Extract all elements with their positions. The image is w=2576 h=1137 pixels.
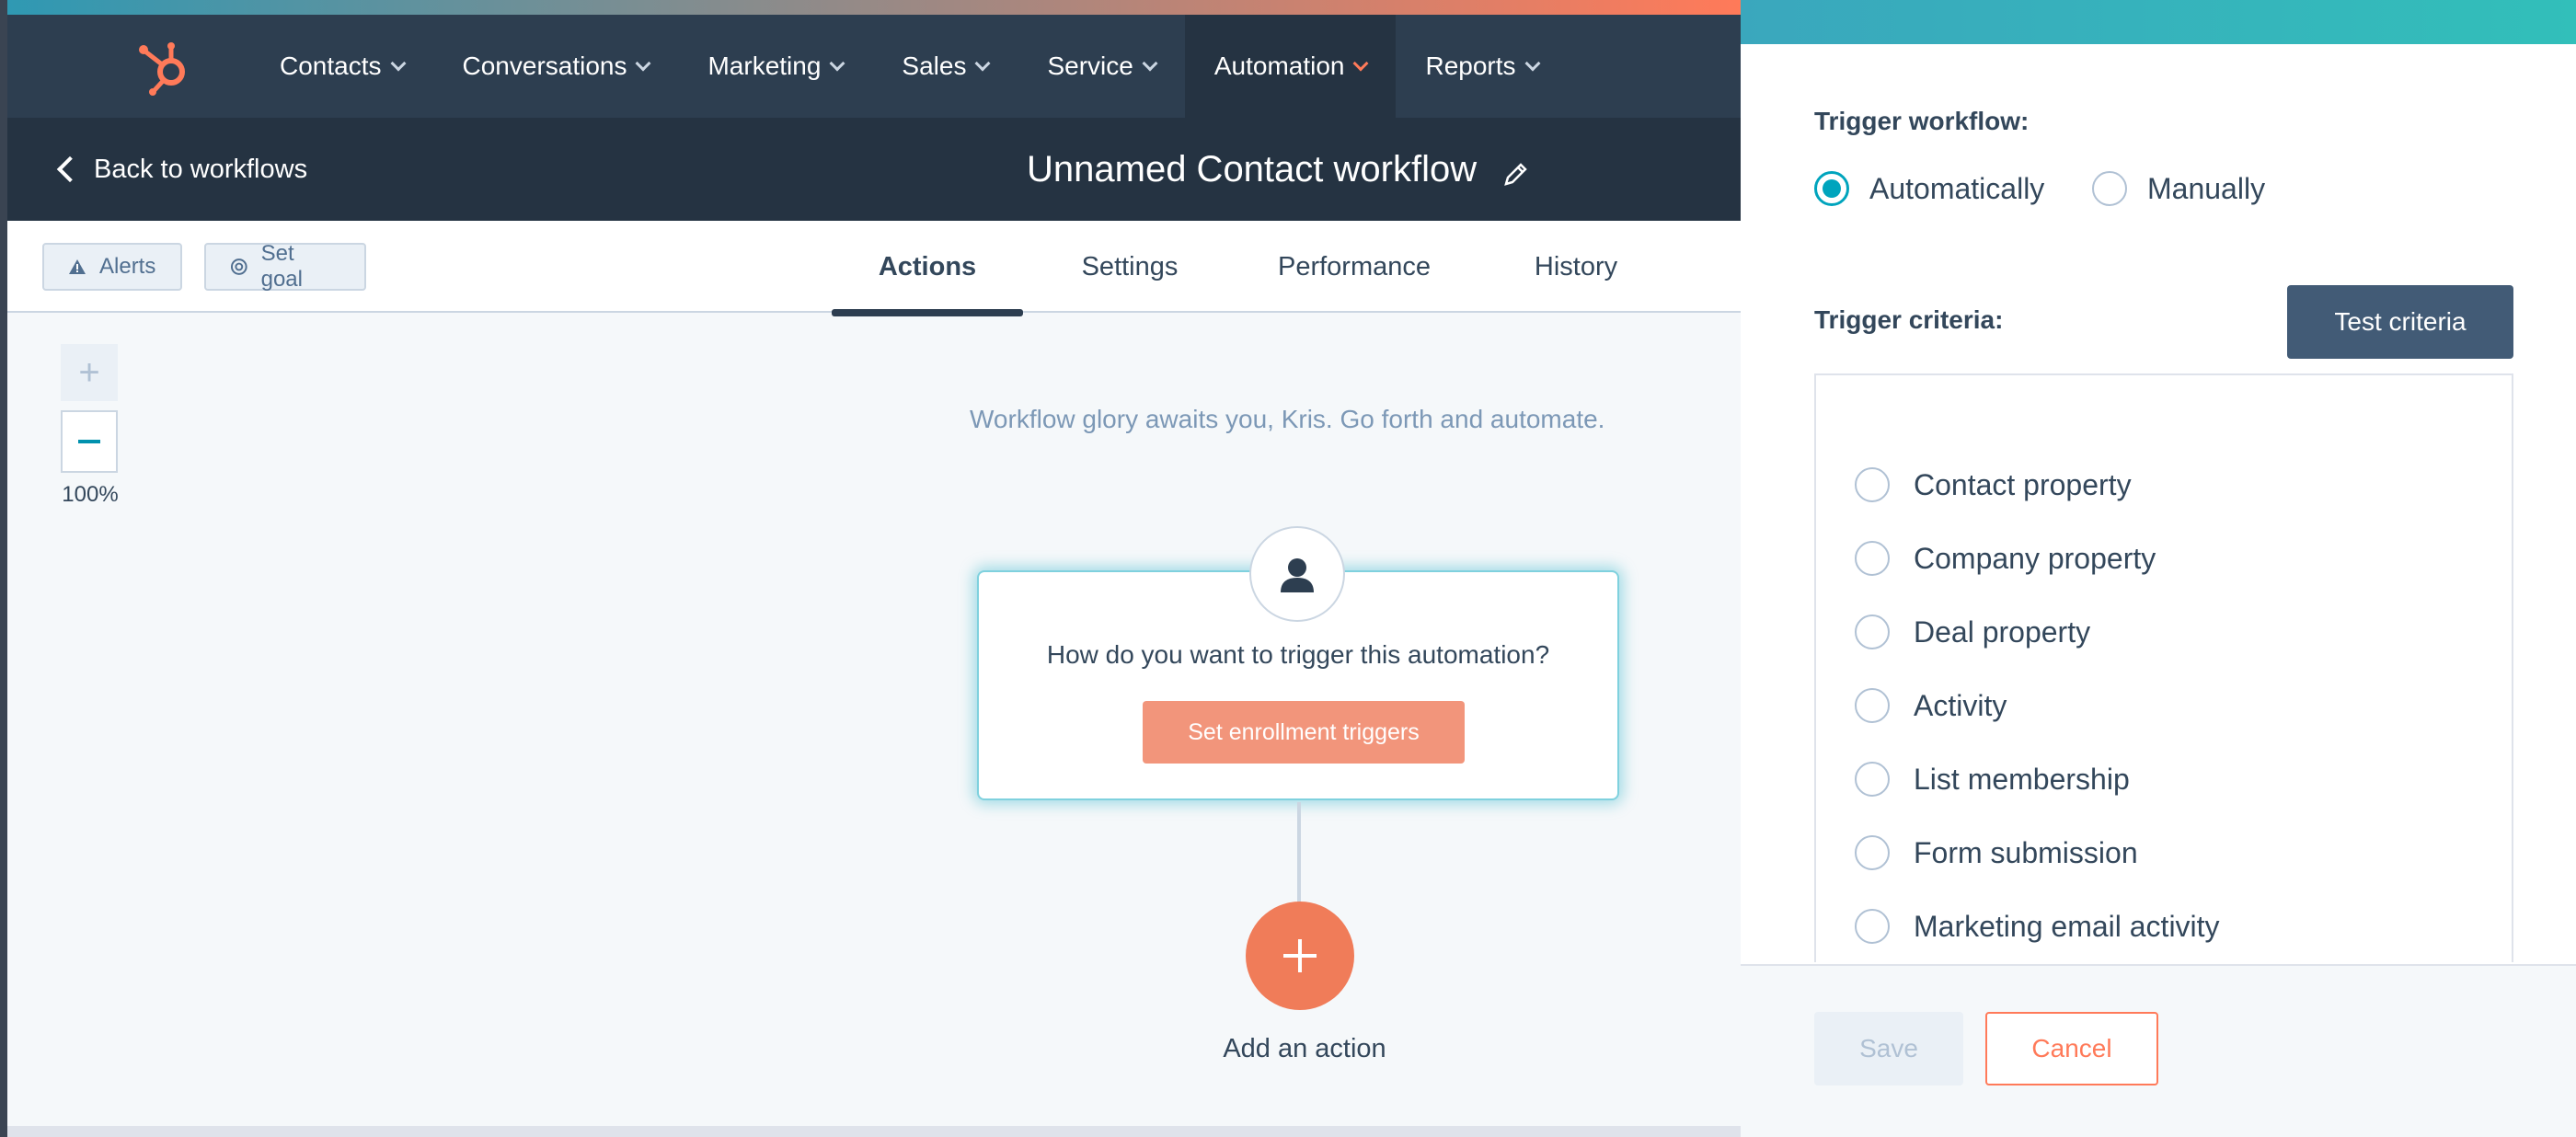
criteria-list: Contact property Company property Deal p… xyxy=(1814,373,2513,962)
criteria-label: Activity xyxy=(1914,688,2007,722)
warning-icon xyxy=(69,259,86,274)
nav-label: Marketing xyxy=(707,52,822,80)
tab-performance[interactable]: Performance xyxy=(1262,221,1446,313)
option-label: Automatically xyxy=(1869,171,2045,205)
save-button[interactable]: Save xyxy=(1814,1012,1963,1085)
target-icon xyxy=(230,258,247,275)
nav-label: Conversations xyxy=(462,52,627,80)
plus-icon xyxy=(1283,939,1317,972)
criteria-label: Marketing email activity xyxy=(1914,909,2220,943)
panel-header xyxy=(1741,0,2576,44)
nav-automation[interactable]: Automation xyxy=(1184,15,1397,118)
set-goal-label: Set goal xyxy=(260,241,303,292)
radio-unchecked[interactable] xyxy=(1855,467,1890,502)
pencil-icon[interactable] xyxy=(1502,155,1530,186)
nav-service[interactable]: Service xyxy=(1018,15,1184,118)
contact-avatar-icon xyxy=(1249,526,1345,622)
test-criteria-button[interactable]: Test criteria xyxy=(2287,285,2513,359)
hubspot-logo-icon[interactable] xyxy=(136,37,195,96)
workflow-title: Unnamed Contact workflow xyxy=(1027,118,1530,221)
trigger-question: How do you want to trigger this automati… xyxy=(1046,640,1550,669)
panel-footer: Save Cancel xyxy=(1741,964,2576,1137)
main-navigation: Contacts Conversations Marketing Sales S… xyxy=(7,15,1741,118)
set-enrollment-triggers-button[interactable]: Set enrollment triggers xyxy=(1143,701,1465,764)
radio-unchecked[interactable] xyxy=(1855,909,1890,944)
nav-label: Automation xyxy=(1213,52,1345,80)
zoom-level: 100% xyxy=(62,482,119,507)
trigger-workflow-label: Trigger workflow: xyxy=(1814,107,2030,135)
nav-label: Sales xyxy=(902,52,967,80)
tab-label: Settings xyxy=(1081,251,1179,281)
criteria-option[interactable]: Form submission xyxy=(1855,835,2138,870)
nav-label: Reports xyxy=(1425,52,1516,80)
active-tab-indicator xyxy=(832,309,1023,316)
cancel-button[interactable]: Cancel xyxy=(1985,1012,2158,1085)
criteria-label: List membership xyxy=(1914,762,2130,796)
back-label: Back to workflows xyxy=(94,154,308,184)
zoom-out-button[interactable] xyxy=(61,410,118,473)
workflow-connector xyxy=(1297,802,1301,903)
chevron-down-icon xyxy=(1142,55,1158,72)
criteria-label: Deal property xyxy=(1914,614,2091,649)
background-strip xyxy=(7,1126,1741,1137)
tab-label: Performance xyxy=(1277,251,1431,281)
radio-unchecked[interactable] xyxy=(1855,614,1890,649)
criteria-option[interactable]: Contact property xyxy=(1855,467,2132,502)
tab-settings[interactable]: Settings xyxy=(1049,221,1211,313)
radio-checked[interactable] xyxy=(1814,171,1849,206)
nav-label: Service xyxy=(1047,52,1133,80)
chevron-down-icon xyxy=(1352,55,1369,72)
chevron-down-icon xyxy=(974,55,991,72)
alerts-button[interactable]: Alerts xyxy=(42,243,182,291)
option-label: Manually xyxy=(2147,171,2266,205)
trigger-automatically-option[interactable]: Automatically xyxy=(1814,171,2044,206)
nav-marketing[interactable]: Marketing xyxy=(678,15,872,118)
chevron-left-icon xyxy=(56,155,84,183)
zoom-in-button[interactable]: + xyxy=(61,344,118,401)
criteria-label: Company property xyxy=(1914,541,2156,575)
add-action-button[interactable] xyxy=(1246,902,1354,1010)
radio-unchecked[interactable] xyxy=(1855,762,1890,797)
criteria-option[interactable]: Deal property xyxy=(1855,614,2090,649)
back-to-workflows-link[interactable]: Back to workflows xyxy=(53,118,307,221)
workflow-editor: Contacts Conversations Marketing Sales S… xyxy=(7,0,1741,1137)
criteria-option[interactable]: Company property xyxy=(1855,541,2156,576)
criteria-label: Contact property xyxy=(1914,467,2132,501)
trigger-manually-option[interactable]: Manually xyxy=(2092,171,2265,206)
radio-unchecked[interactable] xyxy=(1855,541,1890,576)
set-goal-button[interactable]: Set goal xyxy=(204,241,366,292)
criteria-label: Form submission xyxy=(1914,835,2138,869)
workflow-title-text: Unnamed Contact workflow xyxy=(1027,148,1478,190)
chevron-down-icon xyxy=(390,55,406,72)
chevron-down-icon xyxy=(1524,55,1541,72)
tab-actions[interactable]: Actions xyxy=(832,221,1023,316)
radio-unchecked[interactable] xyxy=(1855,688,1890,723)
welcome-message: Workflow glory awaits you, Kris. Go fort… xyxy=(970,405,1605,433)
tab-history[interactable]: History xyxy=(1509,221,1643,313)
radio-unchecked[interactable] xyxy=(2092,171,2127,206)
nav-conversations[interactable]: Conversations xyxy=(433,15,679,118)
nav-label: Contacts xyxy=(280,52,382,80)
nav-reports[interactable]: Reports xyxy=(1396,15,1567,118)
alerts-label: Alerts xyxy=(99,254,156,279)
criteria-option[interactable]: List membership xyxy=(1855,762,2130,797)
chevron-down-icon xyxy=(635,55,651,72)
radio-unchecked[interactable] xyxy=(1855,835,1890,870)
workflow-toolbar: Alerts Set goal Actions Settings Perform… xyxy=(7,221,1741,316)
tab-label: Actions xyxy=(878,251,977,281)
add-action-label: Add an action xyxy=(1223,1034,1386,1063)
trigger-criteria-label: Trigger criteria: xyxy=(1814,305,2004,334)
trigger-panel: Trigger workflow: Automatically Manually… xyxy=(1741,0,2576,1137)
tab-label: History xyxy=(1534,251,1618,281)
criteria-option[interactable]: Marketing email activity xyxy=(1855,909,2220,944)
nav-contacts[interactable]: Contacts xyxy=(250,15,433,118)
nav-sales[interactable]: Sales xyxy=(872,15,1018,118)
top-accent-bar xyxy=(7,0,1741,15)
minus-icon xyxy=(78,440,100,443)
chevron-down-icon xyxy=(829,55,845,72)
criteria-option[interactable]: Activity xyxy=(1855,688,2007,723)
workflow-header: Back to workflows Unnamed Contact workfl… xyxy=(7,118,1741,221)
